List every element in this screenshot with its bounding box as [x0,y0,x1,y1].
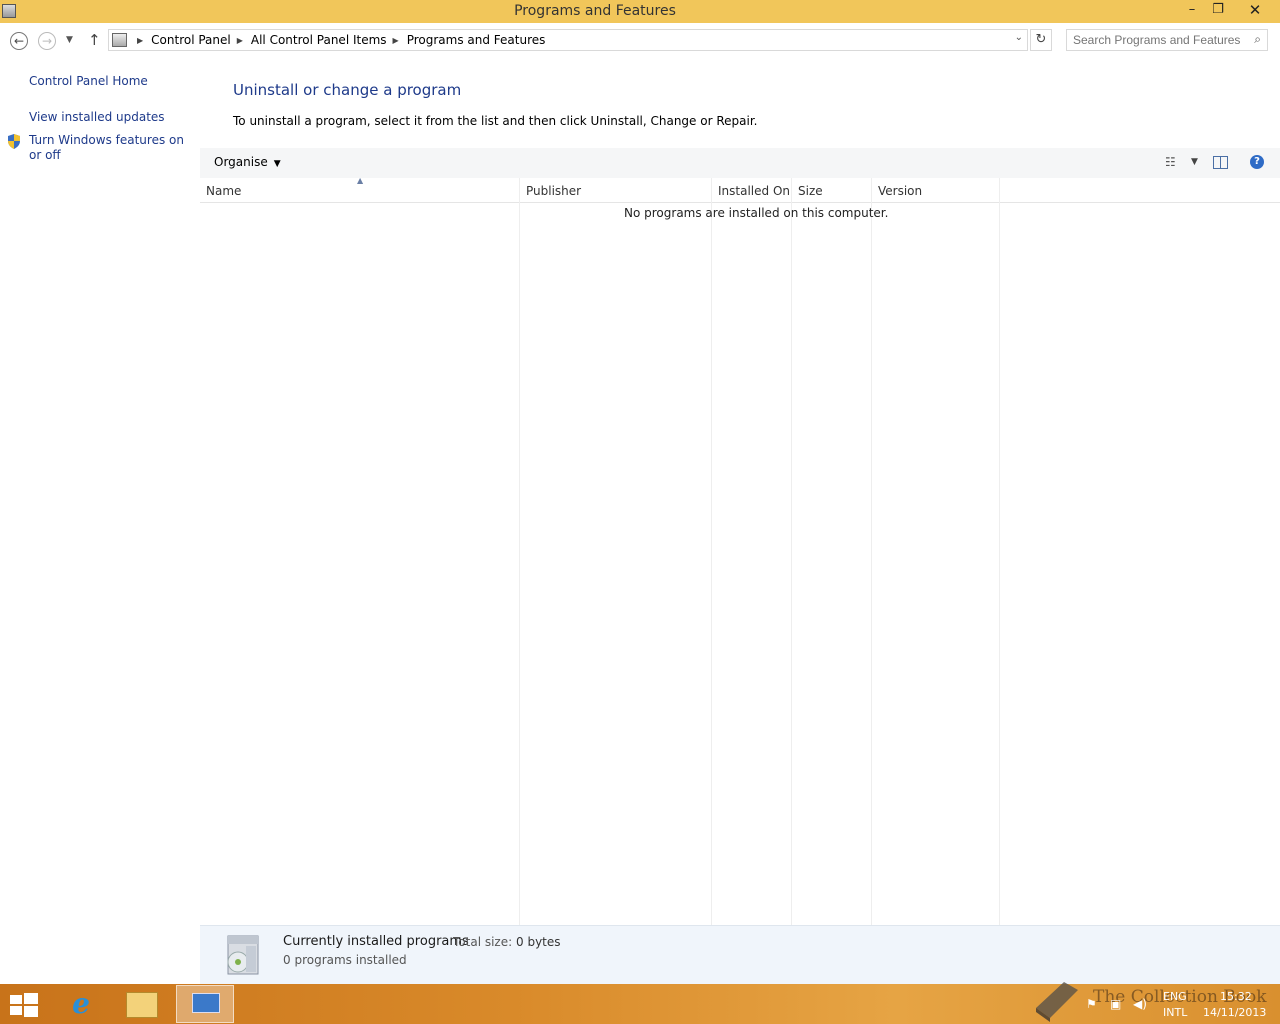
clock-time[interactable]: 15:32 [1220,990,1252,1003]
column-divider[interactable] [999,178,1000,925]
organise-button[interactable]: Organise ▼ [214,155,281,169]
search-box[interactable]: ⌕ [1066,29,1268,51]
programs-box-icon [227,935,259,975]
view-installed-updates-link[interactable]: View installed updates [29,110,165,124]
column-header: Name ▲ Publisher Installed On Size Versi… [200,176,1280,203]
file-explorer-icon[interactable] [126,992,158,1018]
chevron-right-icon[interactable]: ▶ [237,36,243,45]
preview-pane-icon[interactable] [1213,156,1228,169]
volume-icon[interactable]: ◀) [1133,997,1147,1011]
column-name[interactable]: Name [206,184,241,198]
empty-list-message: No programs are installed on this comput… [624,206,889,220]
back-button[interactable]: ← [10,32,28,50]
taskbar: e The Collection Book ⚑ ▣ ◀) ENG INTL 15… [0,982,1280,1024]
action-center-flag-icon[interactable]: ⚑ [1086,997,1097,1011]
recent-locations-dropdown[interactable]: ▼ [66,35,73,45]
search-icon[interactable]: ⌕ [1254,32,1261,47]
caret-down-icon: ▼ [273,159,281,169]
breadcrumb-all-items[interactable]: All Control Panel Items [251,33,387,47]
control-panel-icon [112,33,127,47]
task-pane: Control Panel Home View installed update… [0,58,200,984]
restore-button[interactable]: ❐ [1203,0,1233,21]
column-version[interactable]: Version [878,184,922,198]
breadcrumb-programs-features[interactable]: Programs and Features [407,33,546,47]
total-size-value: 0 bytes [516,935,561,949]
refresh-button[interactable]: ↻ [1030,29,1052,51]
breadcrumb-control-panel[interactable]: Control Panel [151,33,231,47]
sort-arrow-icon: ▲ [357,176,364,185]
close-button[interactable]: ✕ [1240,0,1270,21]
windows-features-link[interactable]: Turn Windows features on or off [29,133,194,163]
column-installed-on[interactable]: Installed On [718,184,790,198]
breadcrumb: ▶ Control Panel ▶ All Control Panel Items ▶ P… [131,33,545,47]
column-publisher[interactable]: Publisher [526,184,581,198]
details-pane: Currently installed programs Total size:… [200,925,1280,984]
chevron-right-icon[interactable]: ▶ [393,36,399,45]
control-panel-home-link[interactable]: Control Panel Home [29,74,148,88]
start-button[interactable] [10,993,38,1017]
input-layout[interactable]: INTL [1163,1006,1187,1019]
view-options-icon[interactable]: ☷ [1165,155,1176,169]
column-divider[interactable] [791,178,792,925]
book-logo-icon [1036,982,1078,1022]
up-button[interactable]: ↑ [88,31,101,49]
chevron-down-icon[interactable]: ⌄ [1015,32,1023,43]
taskbar-control-panel-icon[interactable] [176,985,234,1023]
page-title: Uninstall or change a program [233,81,462,99]
total-size-label: Total size: [453,935,513,949]
help-icon[interactable]: ? [1250,155,1264,169]
column-divider[interactable] [519,178,520,925]
clock-date[interactable]: 14/11/2013 [1203,1006,1266,1019]
main-content: Uninstall or change a program To uninsta… [200,58,1280,984]
network-icon[interactable]: ▣ [1110,997,1121,1011]
chevron-right-icon[interactable]: ▶ [137,36,143,45]
column-divider[interactable] [871,178,872,925]
caret-down-icon[interactable]: ▼ [1191,157,1198,167]
internet-explorer-icon[interactable]: e [64,988,98,1020]
command-bar: Organise ▼ ☷ ▼ ? [200,148,1280,178]
search-input[interactable] [1067,30,1242,50]
input-language[interactable]: ENG [1163,990,1187,1003]
programs-count: 0 programs installed [283,953,407,967]
instructions-text: To uninstall a program, select it from t… [233,114,758,128]
column-divider[interactable] [711,178,712,925]
organise-label: Organise [214,155,268,169]
navigation-bar: ← → ▼ ↑ ▶ Control Panel ▶ All Control Panel… [0,23,1280,58]
forward-button[interactable]: → [38,32,56,50]
column-size[interactable]: Size [798,184,823,198]
address-bar[interactable]: ▶ Control Panel ▶ All Control Panel Items ▶ P… [108,29,1028,51]
details-title: Currently installed programs [283,934,469,949]
title-bar: Programs and Features – ❐ ✕ [0,0,1280,23]
window-title: Programs and Features [514,3,676,19]
shield-icon [8,134,20,149]
